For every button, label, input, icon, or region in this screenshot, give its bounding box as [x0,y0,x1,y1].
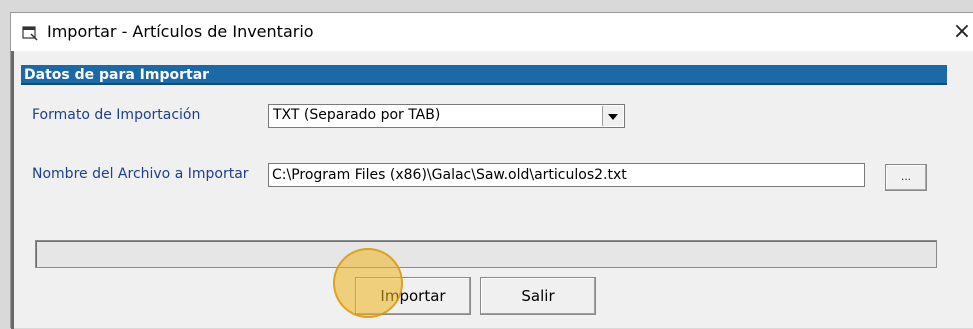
chevron-down-icon [608,114,618,120]
import-dialog: Importar - Artículos de Inventario × Dat… [10,12,973,329]
window-app-icon [22,25,38,41]
title-bar: Importar - Artículos de Inventario × [11,13,973,51]
format-select[interactable]: TXT (Separado por TAB) [268,104,625,128]
format-dropdown-button[interactable] [602,106,623,126]
import-progress-bar [35,240,937,268]
format-label: Formato de Importación [32,107,201,123]
section-header: Datos de para Importar [21,65,947,85]
close-icon[interactable]: × [951,21,973,43]
format-select-value: TXT (Separado por TAB) [273,107,441,123]
file-label: Nombre del Archivo a Importar [32,166,249,182]
import-button[interactable]: Importar [355,277,471,315]
window-left-border [11,51,14,329]
file-path-input[interactable] [268,163,865,187]
window-title: Importar - Artículos de Inventario [47,22,314,41]
browse-button[interactable]: ... [885,164,927,191]
exit-button[interactable]: Salir [480,277,596,315]
